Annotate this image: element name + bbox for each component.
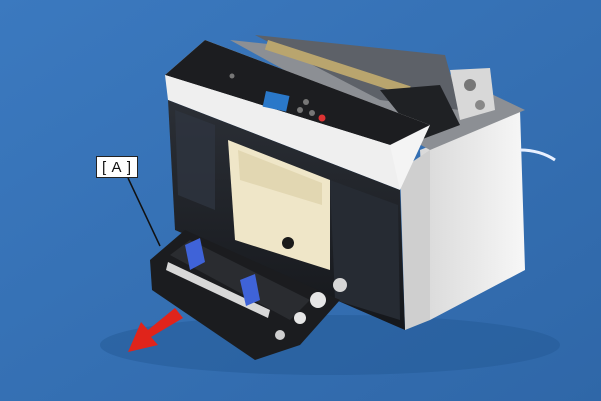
- roller: [310, 292, 326, 308]
- gear: [464, 79, 476, 91]
- panel-button: [297, 107, 303, 113]
- roller: [333, 278, 347, 292]
- panel-button: [309, 110, 315, 116]
- callout-label: [ A ]: [96, 156, 138, 178]
- panel-button: [229, 73, 235, 79]
- power-button: [318, 114, 326, 122]
- tray-hole: [282, 237, 294, 249]
- panel-button: [303, 99, 309, 105]
- left-window: [175, 110, 215, 210]
- roller: [294, 312, 306, 324]
- photo-scene: [ A ]: [0, 0, 601, 401]
- gear-small: [475, 100, 485, 110]
- printer-photo: [0, 0, 601, 401]
- roller: [275, 330, 285, 340]
